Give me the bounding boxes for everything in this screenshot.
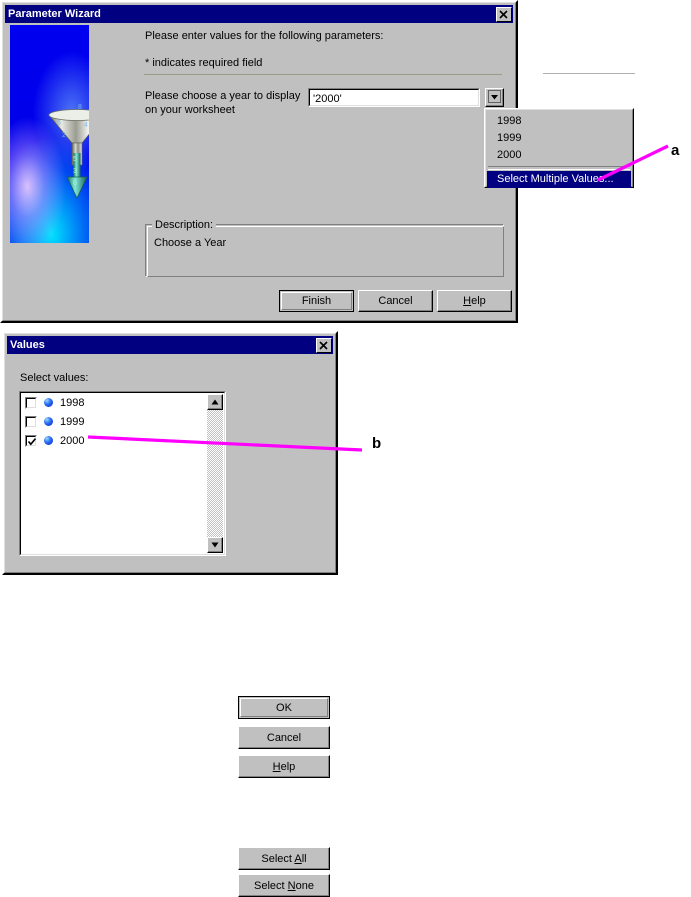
value-bullet-icon xyxy=(44,398,53,407)
close-icon xyxy=(499,9,508,19)
decorative-rule xyxy=(543,73,635,74)
list-item-label: 2000 xyxy=(60,434,85,447)
close-icon xyxy=(319,340,328,350)
svg-text:5: 5 xyxy=(73,156,77,163)
listbox-scrollbar[interactable] xyxy=(207,394,223,553)
values-title: Values xyxy=(10,339,45,351)
list-item-label: 1998 xyxy=(60,396,85,409)
required-field-note: * indicates required field xyxy=(145,57,263,69)
dropdown-item-1998[interactable]: 1998 xyxy=(486,113,632,130)
annotation-label-a: a xyxy=(671,142,680,159)
wizard-intro-text: Please enter values for the following pa… xyxy=(145,30,384,42)
dropdown-separator xyxy=(488,166,630,170)
dropdown-item-2000[interactable]: 2000 xyxy=(486,147,632,164)
checkmark-icon xyxy=(27,437,37,445)
year-input-bevel: '2000' xyxy=(309,89,479,106)
dropdown-inner: 1998 1999 2000 Select Multiple Values... xyxy=(485,109,633,188)
ok-button-label: OK xyxy=(276,701,292,714)
help-button-label: Help xyxy=(463,295,486,307)
value-bullet-icon xyxy=(44,417,53,426)
dropdown-item-select-multiple-values[interactable]: Select Multiple Values... xyxy=(487,171,631,188)
ok-button[interactable]: OK xyxy=(238,696,330,719)
values-titlebar[interactable]: Values xyxy=(7,336,333,354)
select-values-label: Select values: xyxy=(20,372,89,384)
close-button[interactable] xyxy=(496,6,512,22)
finish-button-label: Finish xyxy=(301,295,332,307)
wizard-artwork: 8 5 6 4 2 1 5 3 0 xyxy=(10,25,89,243)
chevron-down-icon xyxy=(488,89,501,106)
annotation-label-b: b xyxy=(372,435,382,452)
scroll-up-arrow-icon xyxy=(211,399,219,405)
checkbox-1998[interactable] xyxy=(25,396,37,409)
year-dropdown-list[interactable]: 1998 1999 2000 Select Multiple Values... xyxy=(484,108,634,188)
year-input-value: '2000' xyxy=(313,93,342,105)
value-bullet-icon xyxy=(44,436,53,445)
description-legend: Description: xyxy=(152,219,217,231)
checkbox-1999[interactable] xyxy=(25,415,37,428)
cancel-button[interactable]: Cancel xyxy=(358,290,433,312)
wizard-titlebar[interactable]: Parameter Wizard xyxy=(5,5,513,23)
description-text: Choose a Year xyxy=(154,237,227,249)
svg-text:8: 8 xyxy=(78,104,82,111)
list-item[interactable]: 1999 xyxy=(21,412,224,431)
values-cancel-button-label: Cancel xyxy=(266,731,302,744)
parameter-wizard-dialog: Parameter Wizard 8 5 6 4 2 1 5 3 0 Pleas… xyxy=(0,0,518,323)
finish-button[interactable]: Finish xyxy=(279,290,354,312)
checkbox-bevel xyxy=(26,397,36,408)
year-dropdown-button[interactable] xyxy=(485,88,504,107)
svg-text:2: 2 xyxy=(62,132,66,139)
checkbox-bevel xyxy=(26,416,36,427)
year-prompt-line1: Please choose a year to display xyxy=(145,90,301,102)
values-listbox-bevel: 1998 1999 2000 xyxy=(20,392,225,555)
select-all-button[interactable]: Select All xyxy=(238,847,330,870)
values-close-button[interactable] xyxy=(316,337,332,353)
wizard-separator xyxy=(144,74,502,75)
svg-text:0: 0 xyxy=(73,180,77,187)
values-listbox[interactable]: 1998 1999 2000 xyxy=(19,391,226,556)
description-groupbox: Description: Choose a Year xyxy=(145,219,504,277)
year-input[interactable]: '2000' xyxy=(308,88,480,107)
cancel-button-label: Cancel xyxy=(378,295,413,307)
description-groupbox-bevel xyxy=(147,226,504,277)
scroll-down-arrow-icon xyxy=(211,542,219,548)
help-button[interactable]: Help xyxy=(437,290,512,312)
values-cancel-button[interactable]: Cancel xyxy=(238,726,330,749)
list-item[interactable]: 1998 xyxy=(21,393,224,412)
list-item-label: 1999 xyxy=(60,415,85,428)
svg-text:6: 6 xyxy=(57,120,61,127)
values-help-button-label: Help xyxy=(272,760,296,773)
dropdown-item-1999[interactable]: 1999 xyxy=(486,130,632,147)
list-item[interactable]: 2000 xyxy=(21,431,224,450)
checkbox-2000[interactable] xyxy=(25,434,37,447)
svg-text:3: 3 xyxy=(73,168,77,175)
values-dialog: Values Select values: 1998 1999 2000 OK … xyxy=(2,331,338,897)
year-prompt-line2: on your worksheet xyxy=(145,104,235,116)
scroll-down-button[interactable] xyxy=(207,537,223,553)
funnel-icon: 8 5 6 4 2 1 5 3 0 xyxy=(48,104,89,199)
select-none-button-label: Select None xyxy=(254,879,314,892)
wizard-title: Parameter Wizard xyxy=(8,8,101,20)
scroll-up-button[interactable] xyxy=(207,394,223,410)
select-all-button-label: Select All xyxy=(261,852,307,865)
values-help-button[interactable]: Help xyxy=(238,755,330,778)
select-none-button[interactable]: Select None xyxy=(238,874,330,897)
svg-text:4: 4 xyxy=(84,122,88,129)
